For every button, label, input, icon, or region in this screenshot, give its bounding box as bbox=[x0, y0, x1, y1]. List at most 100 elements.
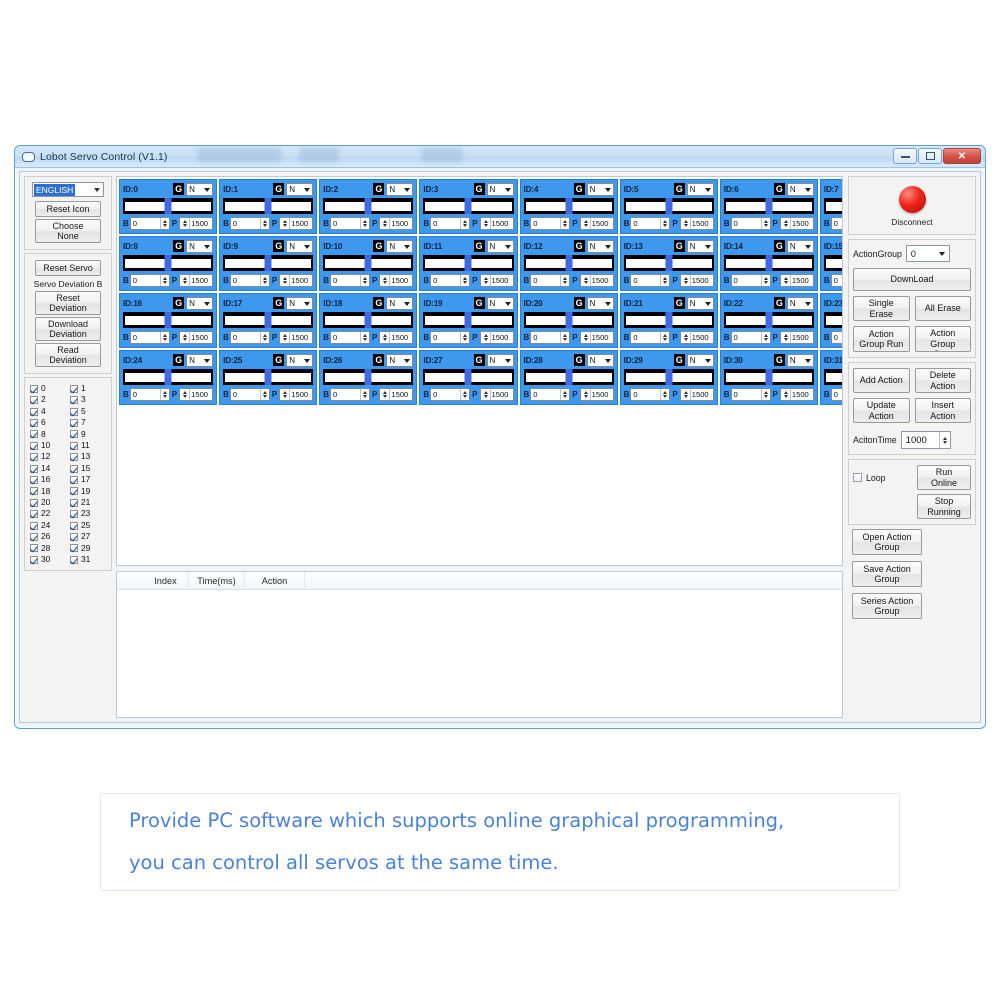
servo-slider[interactable] bbox=[823, 312, 842, 328]
servo-slider-thumb[interactable] bbox=[464, 198, 472, 214]
servo-b-input[interactable]: 0 bbox=[430, 387, 471, 401]
stepper-icon[interactable] bbox=[938, 432, 950, 448]
servo-slider[interactable] bbox=[123, 312, 214, 328]
servo-checkbox-item[interactable]: 20 bbox=[30, 497, 66, 508]
servo-slider[interactable] bbox=[623, 312, 714, 328]
checkbox-icon[interactable] bbox=[30, 418, 38, 427]
servo-slider[interactable] bbox=[623, 369, 714, 385]
checkbox-icon[interactable] bbox=[30, 384, 38, 393]
servo-slider-thumb[interactable] bbox=[264, 255, 272, 271]
stepper-icon[interactable] bbox=[460, 217, 469, 229]
checkbox-icon[interactable] bbox=[70, 475, 78, 484]
servo-b-input[interactable]: 0 bbox=[830, 330, 842, 344]
servo-slider[interactable] bbox=[123, 369, 214, 385]
checkbox-icon[interactable] bbox=[30, 396, 38, 405]
add-action-button[interactable]: Add Action bbox=[853, 368, 910, 393]
stepper-icon[interactable] bbox=[381, 388, 391, 400]
servo-slider[interactable] bbox=[223, 255, 314, 271]
checkbox-icon[interactable] bbox=[30, 430, 38, 439]
servo-p-input[interactable]: 1500 bbox=[279, 273, 314, 287]
servo-p-input[interactable]: 1500 bbox=[179, 387, 214, 401]
servo-p-input[interactable]: 1500 bbox=[779, 330, 814, 344]
servo-g-badge[interactable]: G bbox=[273, 297, 285, 309]
servo-b-input[interactable]: 0 bbox=[530, 273, 571, 287]
stepper-icon[interactable] bbox=[582, 217, 591, 229]
servo-slider[interactable] bbox=[523, 369, 614, 385]
stepper-icon[interactable] bbox=[560, 331, 569, 343]
action-group-select[interactable]: 0 bbox=[905, 245, 950, 262]
servo-slider[interactable] bbox=[423, 312, 514, 328]
servo-mode-select[interactable]: N bbox=[586, 353, 614, 367]
servo-b-input[interactable]: 0 bbox=[229, 387, 270, 401]
servo-checkbox-item[interactable]: 26 bbox=[30, 531, 66, 542]
servo-g-badge[interactable]: G bbox=[773, 240, 785, 252]
checkbox-icon[interactable] bbox=[70, 430, 78, 439]
servo-b-input[interactable]: 0 bbox=[530, 216, 571, 230]
servo-checkbox-item[interactable]: 21 bbox=[70, 497, 106, 508]
checkbox-icon[interactable] bbox=[70, 544, 78, 553]
stepper-icon[interactable] bbox=[360, 388, 369, 400]
action-group-stop-button[interactable]: Action Group Stop bbox=[914, 326, 971, 352]
servo-slider-thumb[interactable] bbox=[464, 255, 472, 271]
servo-slider-thumb[interactable] bbox=[665, 369, 673, 385]
servo-g-badge[interactable]: G bbox=[673, 240, 685, 252]
servo-mode-select[interactable]: N bbox=[486, 182, 514, 196]
save-action-group-button[interactable]: Save Action Group bbox=[852, 561, 922, 587]
checkbox-icon[interactable] bbox=[70, 521, 78, 530]
servo-slider-thumb[interactable] bbox=[164, 198, 172, 214]
servo-p-input[interactable]: 1500 bbox=[479, 216, 514, 230]
checkbox-icon[interactable] bbox=[70, 532, 78, 541]
insert-action-button[interactable]: Insert Action bbox=[914, 398, 971, 423]
servo-slider-thumb[interactable] bbox=[665, 312, 673, 328]
servo-p-input[interactable]: 1500 bbox=[579, 216, 614, 230]
servo-g-badge[interactable]: G bbox=[673, 183, 685, 195]
servo-slider-thumb[interactable] bbox=[264, 369, 272, 385]
stepper-icon[interactable] bbox=[482, 217, 491, 229]
checkbox-icon[interactable] bbox=[30, 510, 38, 519]
stepper-icon[interactable] bbox=[560, 388, 569, 400]
servo-g-badge[interactable]: G bbox=[373, 354, 385, 366]
checkbox-icon[interactable] bbox=[30, 475, 38, 484]
servo-p-input[interactable]: 1500 bbox=[479, 387, 514, 401]
checkbox-icon[interactable] bbox=[70, 396, 78, 405]
servo-g-badge[interactable]: G bbox=[773, 183, 785, 195]
servo-g-badge[interactable]: G bbox=[473, 240, 485, 252]
servo-slider-thumb[interactable] bbox=[464, 369, 472, 385]
servo-checkbox-item[interactable]: 14 bbox=[30, 463, 66, 474]
stepper-icon[interactable] bbox=[460, 331, 469, 343]
servo-checkbox-item[interactable]: 2 bbox=[30, 394, 66, 405]
table-header-action[interactable]: Action bbox=[245, 571, 305, 590]
servo-slider[interactable] bbox=[323, 369, 414, 385]
stepper-icon[interactable] bbox=[782, 331, 791, 343]
stepper-icon[interactable] bbox=[281, 331, 291, 343]
servo-mode-select[interactable]: N bbox=[686, 296, 714, 310]
servo-slider[interactable] bbox=[823, 255, 842, 271]
servo-b-input[interactable]: 0 bbox=[129, 273, 170, 287]
stepper-icon[interactable] bbox=[360, 331, 369, 343]
checkbox-icon[interactable] bbox=[30, 521, 38, 530]
servo-mode-select[interactable]: N bbox=[486, 296, 514, 310]
servo-slider[interactable] bbox=[823, 198, 842, 214]
servo-p-input[interactable]: 1500 bbox=[279, 330, 314, 344]
stepper-icon[interactable] bbox=[360, 217, 369, 229]
servo-b-input[interactable]: 0 bbox=[730, 273, 771, 287]
servo-b-input[interactable]: 0 bbox=[129, 387, 170, 401]
servo-b-input[interactable]: 0 bbox=[830, 216, 842, 230]
servo-mode-select[interactable]: N bbox=[386, 182, 414, 196]
stepper-icon[interactable] bbox=[760, 274, 770, 286]
servo-b-input[interactable]: 0 bbox=[229, 216, 270, 230]
servo-slider[interactable] bbox=[323, 198, 414, 214]
servo-slider[interactable] bbox=[723, 312, 814, 328]
servo-g-badge[interactable]: G bbox=[773, 354, 785, 366]
servo-p-input[interactable]: 1500 bbox=[379, 273, 414, 287]
servo-checkbox-item[interactable]: 8 bbox=[30, 429, 66, 440]
checkbox-icon[interactable] bbox=[30, 498, 38, 507]
servo-mode-select[interactable]: N bbox=[786, 239, 814, 253]
servo-b-input[interactable]: 0 bbox=[330, 387, 371, 401]
servo-checkbox-item[interactable]: 24 bbox=[30, 520, 66, 531]
servo-checkbox-item[interactable]: 16 bbox=[30, 474, 66, 485]
servo-checkbox-item[interactable]: 5 bbox=[70, 406, 106, 417]
servo-slider[interactable] bbox=[423, 198, 514, 214]
servo-checkbox-item[interactable]: 23 bbox=[70, 508, 106, 519]
servo-p-input[interactable]: 1500 bbox=[779, 387, 814, 401]
